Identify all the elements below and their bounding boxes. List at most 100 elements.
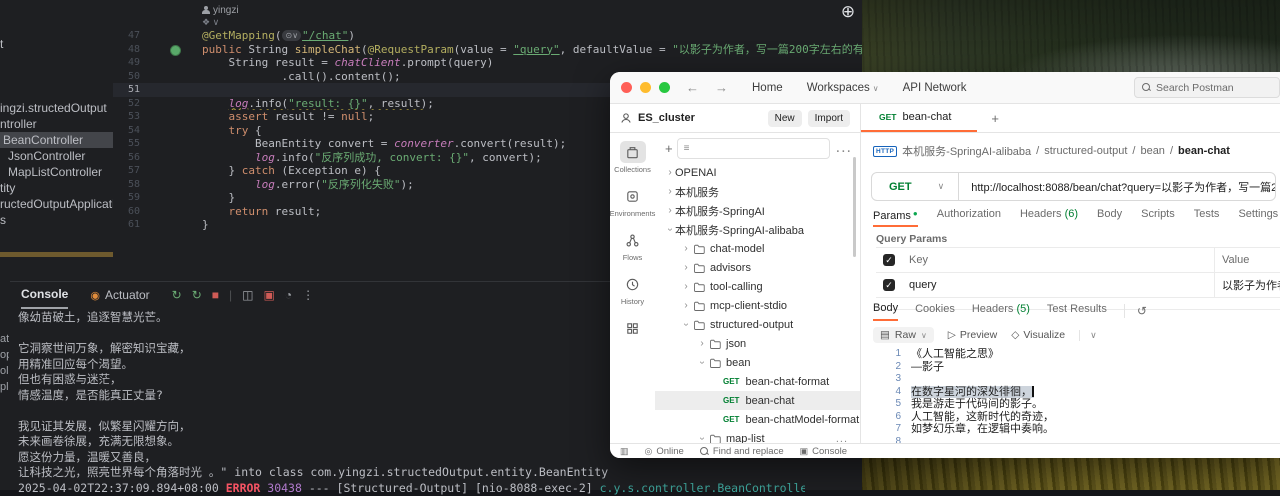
- rail-item-collections[interactable]: Collections: [614, 141, 651, 174]
- maximize-button[interactable]: [659, 82, 670, 93]
- tab-console[interactable]: Console: [21, 281, 68, 309]
- tree-row-bean-chat-format[interactable]: GETbean-chat-format: [655, 372, 860, 391]
- tree-row-chat-model[interactable]: ›chat-model: [655, 239, 860, 258]
- tree-row-bean-chat[interactable]: GETbean-chat: [655, 391, 860, 410]
- chevron-right-icon[interactable]: ›: [681, 281, 691, 292]
- response-options-chevron[interactable]: ∨: [1079, 330, 1097, 341]
- raw-view-select[interactable]: ▤Raw∨: [873, 327, 934, 343]
- request-tab[interactable]: GET bean-chat: [861, 104, 977, 132]
- find-and-replace[interactable]: Find and replace: [700, 446, 784, 457]
- spring-bean-icon[interactable]: [170, 45, 181, 56]
- workspace-name[interactable]: ES_cluster: [638, 112, 695, 124]
- rail-item-environments[interactable]: Environments: [610, 185, 655, 218]
- method-select[interactable]: GET: [889, 181, 912, 193]
- stop-icon[interactable]: ■: [212, 288, 219, 302]
- history-icon[interactable]: ↺: [1124, 304, 1147, 318]
- chevron-down-icon[interactable]: ›: [697, 358, 708, 368]
- response-tab-cookies[interactable]: Cookies: [915, 302, 955, 320]
- console-toggle[interactable]: ▣Console: [800, 446, 847, 457]
- tree-row-本机服务-SpringAI[interactable]: ›本机服务-SpringAI: [655, 201, 860, 220]
- tree-row-tool-calling[interactable]: ›tool-calling: [655, 277, 860, 296]
- rail-item-history[interactable]: History: [620, 273, 646, 306]
- tree-item[interactable]: BeanController: [0, 132, 113, 148]
- forward-icon[interactable]: →: [715, 80, 728, 95]
- tree-row-本机服务[interactable]: ›本机服务: [655, 182, 860, 201]
- breadcrumb-part[interactable]: structured-output: [1044, 145, 1127, 157]
- checkbox[interactable]: ✓: [883, 279, 895, 291]
- breadcrumb-part[interactable]: bean-chat: [1178, 145, 1230, 157]
- nav-item-workspaces[interactable]: Workspaces∨: [807, 82, 879, 94]
- rail-item-grid[interactable]: [620, 317, 646, 339]
- row-more-button[interactable]: ...: [836, 433, 848, 444]
- tree-filter-input[interactable]: ≡: [677, 138, 830, 159]
- chevron-right-icon[interactable]: ›: [665, 205, 675, 216]
- tree-item[interactable]: ingzi.structedOutput: [0, 100, 107, 116]
- add-collection-button[interactable]: +: [665, 141, 673, 156]
- new-button[interactable]: New: [768, 110, 802, 127]
- gauge-icon[interactable]: ◔: [285, 288, 292, 302]
- tree-more-button[interactable]: ...: [836, 139, 852, 157]
- screenshot-icon[interactable]: ◫: [242, 288, 253, 302]
- breadcrumb-part[interactable]: bean: [1140, 145, 1164, 157]
- preview-button[interactable]: ▷Preview: [948, 329, 997, 341]
- breadcrumb-part[interactable]: 本机服务-SpringAI-alibaba: [902, 143, 1031, 159]
- tree-row-OPENAI[interactable]: ›OPENAI: [655, 163, 860, 182]
- checkbox[interactable]: ✓: [883, 254, 895, 266]
- project-tree[interactable]: t ingzi.structedOutputntrollerBeanControl…: [0, 0, 113, 252]
- chevron-down-icon[interactable]: ›: [681, 320, 692, 330]
- tab-settings[interactable]: Settings: [1238, 207, 1278, 225]
- tree-row-structured-output[interactable]: ›structured-output: [655, 315, 860, 334]
- online-status[interactable]: ◎Online: [645, 446, 684, 457]
- rail-item-flows[interactable]: Flows: [620, 229, 646, 262]
- tab-actuator[interactable]: ◉Actuator: [90, 288, 149, 302]
- new-tab-button[interactable]: +: [991, 111, 999, 126]
- rerun-failed-icon[interactable]: ↻: [192, 288, 202, 302]
- chevron-right-icon[interactable]: ›: [665, 167, 675, 178]
- tab-params[interactable]: Params●: [873, 207, 918, 227]
- cell-value[interactable]: 以影子为作者，: [1222, 277, 1280, 293]
- tree-item[interactable]: tity: [0, 180, 15, 196]
- rerun-icon[interactable]: ↻: [172, 288, 182, 302]
- tree-item[interactable]: t: [0, 36, 3, 52]
- chevron-down-icon[interactable]: ›: [665, 225, 676, 235]
- tab-headers[interactable]: Headers (6): [1020, 207, 1078, 225]
- tab-scripts[interactable]: Scripts: [1141, 207, 1175, 225]
- nav-item-home[interactable]: Home: [752, 82, 783, 94]
- response-body[interactable]: 1《人工智能之思》2—影子34在数字星河的深处徘徊，5我是游走于代码间的影子。6…: [861, 348, 1280, 443]
- visualize-button[interactable]: ◇Visualize: [1011, 329, 1065, 341]
- sidebar-toggle-icon[interactable]: ▥: [620, 446, 629, 457]
- chevron-right-icon[interactable]: ›: [681, 300, 691, 311]
- exit-icon[interactable]: ▣: [264, 288, 275, 302]
- tree-scroll-strip[interactable]: [0, 252, 113, 257]
- table-row[interactable]: ✓query以影子为作者，: [876, 272, 1280, 297]
- tree-item[interactable]: MapListController: [8, 164, 102, 180]
- tab-body[interactable]: Body: [1097, 207, 1122, 225]
- tree-row-json[interactable]: ›json: [655, 334, 860, 353]
- chevron-down-icon[interactable]: ›: [697, 434, 708, 444]
- response-tab-headers[interactable]: Headers (5): [972, 302, 1030, 320]
- minimize-button[interactable]: [640, 82, 651, 93]
- chevron-right-icon[interactable]: ›: [681, 262, 691, 273]
- response-tab-body[interactable]: Body: [873, 301, 898, 321]
- close-button[interactable]: [621, 82, 632, 93]
- tree-row-map-list[interactable]: ›map-list...: [655, 429, 860, 443]
- tree-row-bean-chatModel-format[interactable]: GETbean-chatModel-format: [655, 410, 860, 429]
- tree-row-advisors[interactable]: ›advisors: [655, 258, 860, 277]
- chevron-right-icon[interactable]: ›: [681, 243, 691, 254]
- url-input[interactable]: http://localhost:8088/bean/chat?query=以影…: [971, 179, 1275, 195]
- tab-tests[interactable]: Tests: [1194, 207, 1220, 225]
- response-tab-test-results[interactable]: Test Results: [1047, 302, 1107, 320]
- tree-item[interactable]: JsonController: [8, 148, 85, 164]
- nav-item-api-network[interactable]: API Network: [903, 82, 967, 94]
- chevron-right-icon[interactable]: ›: [697, 338, 707, 349]
- search-input[interactable]: Search Postman: [1134, 77, 1280, 98]
- tree-item[interactable]: ntroller: [0, 116, 37, 132]
- chevron-right-icon[interactable]: ›: [665, 186, 675, 197]
- tree-scrollbar[interactable]: [853, 157, 856, 257]
- tree-row-bean[interactable]: ›bean: [655, 353, 860, 372]
- tree-item[interactable]: s: [0, 212, 6, 228]
- import-button[interactable]: Import: [808, 110, 850, 127]
- more-icon[interactable]: ⋮: [302, 288, 314, 302]
- tree-item[interactable]: ructedOutputApplication: [0, 196, 113, 212]
- tab-authorization[interactable]: Authorization: [937, 207, 1001, 225]
